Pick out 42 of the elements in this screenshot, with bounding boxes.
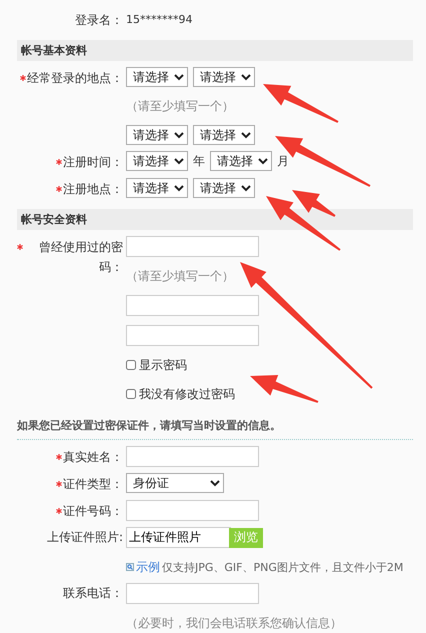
field-label: 注册地点： — [63, 181, 123, 198]
dropdown[interactable]: 身份证 — [126, 473, 224, 493]
field-label: 曾经使用过的密码： — [38, 239, 123, 276]
notice-text: 如果您已经设置过密保证件，请填写当时设置的信息。 — [17, 410, 413, 440]
dropdown[interactable]: 请选择 — [126, 178, 188, 198]
dropdown[interactable]: 请选择 — [126, 67, 188, 87]
checkbox[interactable] — [126, 360, 136, 370]
login-name-value: 15*******94 — [126, 12, 194, 28]
input-field[interactable] — [126, 295, 259, 316]
input-field[interactable] — [126, 583, 259, 604]
dropdown[interactable]: 请选择 — [126, 151, 188, 171]
field-label: 证件号码： — [63, 503, 123, 520]
field-label: 证件类型： — [63, 476, 123, 493]
input-field[interactable] — [126, 500, 259, 521]
dropdown[interactable]: 请选择 — [193, 67, 255, 87]
dropdown[interactable]: 请选择 — [126, 125, 188, 145]
hint-text: （请至少填写一个） — [126, 98, 234, 114]
field-label: 经常登录的地点： — [27, 70, 123, 87]
checkbox[interactable] — [126, 389, 136, 399]
field-label: 真实姓名： — [63, 449, 123, 466]
section-header: 帐号基本资料 — [17, 40, 413, 61]
input-field[interactable] — [126, 446, 259, 467]
checkbox-label: 显示密码 — [139, 358, 187, 372]
input-field[interactable] — [126, 325, 259, 346]
dropdown[interactable]: 请选择 — [210, 151, 272, 171]
hint-text: （请至少填写一个） — [126, 268, 234, 284]
field-label: 登录名： — [74, 12, 123, 29]
input-field[interactable] — [126, 236, 259, 257]
field-label: 注册时间： — [63, 154, 123, 171]
field-label: 联系电话： — [63, 585, 123, 602]
checkbox-label: 我没有修改过密码 — [139, 387, 235, 401]
field-label: 上传证件照片: — [46, 529, 123, 546]
example-link[interactable]: 示例 — [136, 558, 160, 576]
section-header: 帐号安全资料 — [17, 209, 413, 230]
magnifier-icon — [126, 563, 134, 571]
unit-label: 月 — [277, 152, 289, 170]
file-field[interactable]: 上传证件照片 — [126, 527, 231, 548]
dropdown[interactable]: 请选择 — [193, 178, 255, 198]
dropdown[interactable]: 请选择 — [193, 125, 255, 145]
hint-text: （必要时，我们会电话联系您确认信息） — [126, 615, 342, 631]
file-requirement-text: 仅支持JPG、GIF、PNG图片文件，且文件小于2M — [162, 560, 404, 574]
unit-label: 年 — [193, 152, 205, 170]
